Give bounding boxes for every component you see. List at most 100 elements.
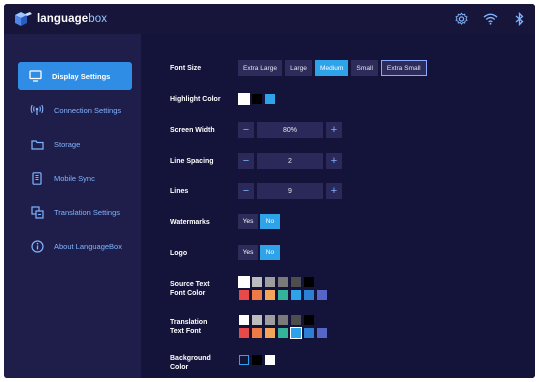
source-swatch-light-orange[interactable] [265, 290, 275, 300]
logo-yes-button[interactable]: Yes [238, 245, 258, 260]
background-color-swatches [239, 355, 275, 365]
background-swatch-black[interactable] [252, 355, 262, 365]
translation-swatch-sky-blue[interactable] [290, 327, 302, 339]
logo-label: Logo [170, 250, 188, 257]
translation-swatch-gray[interactable] [265, 315, 275, 325]
sidebar-item-display-settings[interactable]: Display Settings [18, 62, 132, 90]
background-swatch-white[interactable] [265, 355, 275, 365]
source-swatch-teal[interactable] [278, 290, 288, 300]
wifi-icon[interactable] [483, 12, 498, 26]
highlight-swatch-white[interactable] [238, 93, 250, 105]
translation-swatch-orange[interactable] [252, 328, 262, 338]
logo-text: languagebox [37, 13, 108, 25]
translation-swatch-dark-gray[interactable] [291, 315, 301, 325]
font-size-extra-large[interactable]: Extra Large [238, 60, 283, 76]
source-text-font-color-label: Source Text Font Color [170, 281, 210, 297]
sidebar-item-label: Storage [54, 139, 81, 149]
font-size-large[interactable]: Large [285, 60, 312, 76]
source-swatch-mid-gray[interactable] [278, 277, 288, 287]
app-window: languagebox Display Settings Connection … [4, 4, 535, 378]
lines-decrement[interactable]: − [238, 183, 254, 199]
sidebar-item-connection-settings[interactable]: Connection Settings [18, 96, 132, 124]
info-icon [30, 239, 44, 253]
watermarks-yes-button[interactable]: Yes [238, 214, 258, 229]
translation-swatch-red[interactable] [239, 328, 249, 338]
logo-toggle: Yes No [238, 245, 280, 260]
source-swatch-sky-blue[interactable] [291, 290, 301, 300]
line-spacing-stepper: − 2 + [238, 153, 342, 169]
sidebar: Display Settings Connection Settings Sto… [4, 34, 141, 378]
source-swatch-gray[interactable] [265, 277, 275, 287]
settings-panel: Font Size Extra Large Large Medium Small… [141, 34, 535, 378]
folder-icon [30, 137, 44, 151]
source-swatch-black[interactable] [304, 277, 314, 287]
highlight-color-label: Highlight Color [170, 96, 221, 103]
highlight-swatch-black[interactable] [252, 94, 262, 104]
status-icons [454, 11, 527, 27]
sidebar-item-mobile-sync[interactable]: Mobile Sync [18, 164, 132, 192]
screen-width-value: 80% [257, 122, 323, 138]
source-swatch-red[interactable] [239, 290, 249, 300]
translation-swatch-white[interactable] [239, 315, 249, 325]
watermarks-toggle: Yes No [238, 214, 280, 229]
app-logo: languagebox [13, 11, 107, 27]
logo-no-button[interactable]: No [260, 245, 280, 260]
settings-icon[interactable] [454, 12, 469, 26]
source-color-row-grays [238, 276, 314, 288]
translation-swatch-light-orange[interactable] [265, 328, 275, 338]
font-size-selector: Extra Large Large Medium Small Extra Sma… [238, 60, 427, 76]
source-swatch-dark-gray[interactable] [291, 277, 301, 287]
font-size-extra-small[interactable]: Extra Small [380, 60, 427, 76]
background-swatch-navy[interactable] [239, 355, 249, 365]
lines-value: 9 [257, 183, 323, 199]
font-size-small[interactable]: Small [351, 60, 378, 76]
translation-swatch-indigo[interactable] [317, 328, 327, 338]
broadcast-icon [30, 103, 44, 117]
translation-swatch-mid-gray[interactable] [278, 315, 288, 325]
source-swatch-orange[interactable] [252, 290, 262, 300]
watermarks-label: Watermarks [170, 219, 210, 226]
translation-swatch-teal[interactable] [278, 328, 288, 338]
line-spacing-label: Line Spacing [170, 158, 214, 165]
translation-swatch-blue[interactable] [304, 328, 314, 338]
top-bar: languagebox [4, 4, 535, 34]
lines-stepper: − 9 + [238, 183, 342, 199]
sidebar-item-label: Display Settings [52, 71, 111, 81]
lines-increment[interactable]: + [326, 183, 342, 199]
screen-width-label: Screen Width [170, 127, 215, 134]
translation-swatch-black[interactable] [304, 315, 314, 325]
translation-color-row-hues [239, 327, 327, 339]
line-spacing-increment[interactable]: + [326, 153, 342, 169]
font-size-medium[interactable]: Medium [314, 60, 349, 76]
lines-label: Lines [170, 188, 189, 195]
translation-text-font-label: Translation Text Font [170, 319, 208, 335]
watermarks-no-button[interactable]: No [260, 214, 280, 229]
bluetooth-icon[interactable] [512, 11, 527, 27]
sidebar-item-label: About LanguageBox [54, 241, 122, 251]
screen-width-stepper: − 80% + [238, 122, 342, 138]
source-color-row-hues [239, 290, 327, 300]
phone-icon [30, 171, 44, 185]
highlight-color-swatches [238, 93, 275, 105]
line-spacing-value: 2 [257, 153, 323, 169]
screen-width-decrement[interactable]: − [238, 122, 254, 138]
source-swatch-white[interactable] [238, 276, 250, 288]
background-color-label: Background Color [170, 355, 211, 371]
sidebar-item-translation-settings[interactable]: Translation Settings [18, 198, 132, 226]
sidebar-item-label: Translation Settings [54, 207, 121, 217]
monitor-icon [28, 69, 42, 83]
source-swatch-light-gray[interactable] [252, 277, 262, 287]
line-spacing-decrement[interactable]: − [238, 153, 254, 169]
translation-color-row-grays [239, 315, 314, 325]
font-size-label: Font Size [170, 65, 202, 72]
source-swatch-blue[interactable] [304, 290, 314, 300]
source-swatch-indigo[interactable] [317, 290, 327, 300]
screen-width-increment[interactable]: + [326, 122, 342, 138]
translation-swatch-light-gray[interactable] [252, 315, 262, 325]
sidebar-item-label: Connection Settings [54, 105, 122, 115]
sidebar-item-about[interactable]: About LanguageBox [18, 232, 132, 260]
sidebar-item-storage[interactable]: Storage [18, 130, 132, 158]
highlight-swatch-blue[interactable] [265, 94, 275, 104]
logo-icon [13, 11, 33, 27]
translate-icon [30, 205, 44, 219]
